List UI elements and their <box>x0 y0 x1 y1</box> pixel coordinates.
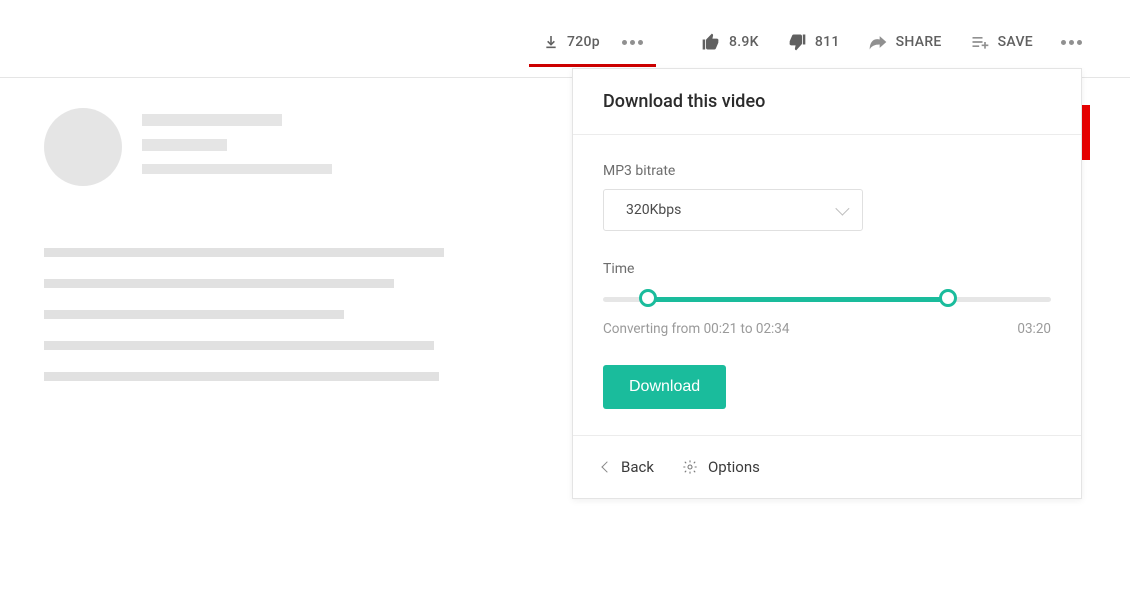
time-readout-row: Converting from 00:21 to 02:34 03:20 <box>603 321 1051 337</box>
ellipsis-icon <box>1061 40 1082 45</box>
options-button[interactable]: Options <box>682 458 760 476</box>
panel-title: Download this video <box>573 69 1081 135</box>
skeleton-bar <box>44 248 444 257</box>
bitrate-field-label: MP3 bitrate <box>603 163 1051 179</box>
convert-range-text: Converting from 00:21 to 02:34 <box>603 321 789 337</box>
thumbs-down-icon <box>787 32 807 52</box>
gear-icon <box>682 459 698 475</box>
dislike-button[interactable]: 811 <box>773 32 854 52</box>
skeleton-bar <box>44 341 434 350</box>
download-button[interactable]: Download <box>603 365 726 409</box>
slider-fill <box>648 297 948 302</box>
save-button[interactable]: SAVE <box>956 32 1047 52</box>
time-range-slider[interactable] <box>603 289 1051 309</box>
video-action-bar: 720p 8.9K 811 SHARE SAVE <box>0 32 1130 52</box>
download-panel: Download this video MP3 bitrate 320Kbps … <box>572 68 1082 499</box>
download-quality-button[interactable]: 720p <box>529 34 614 50</box>
time-block: Time Converting from 00:21 to 02:34 03:2… <box>603 261 1051 337</box>
bitrate-value: 320Kbps <box>626 202 681 218</box>
share-icon <box>868 32 888 52</box>
like-count: 8.9K <box>729 34 759 50</box>
download-quality-label: 720p <box>567 34 600 50</box>
skeleton-bar <box>44 310 344 319</box>
skeleton-bar <box>142 114 282 126</box>
avatar-skeleton <box>44 108 122 186</box>
back-label: Back <box>621 458 654 476</box>
total-duration: 03:20 <box>1017 321 1051 337</box>
chevron-left-icon <box>601 461 612 472</box>
download-icon <box>543 34 559 50</box>
description-skeleton <box>44 248 444 381</box>
title-skeleton-group <box>142 108 332 174</box>
share-label: SHARE <box>896 34 942 50</box>
dislike-count: 811 <box>815 34 840 50</box>
more-actions-button[interactable] <box>1047 40 1082 45</box>
ellipsis-icon <box>622 40 643 45</box>
like-button[interactable]: 8.9K <box>687 32 773 52</box>
thumbs-up-icon <box>701 32 721 52</box>
bitrate-select[interactable]: 320Kbps <box>603 189 863 231</box>
panel-body: MP3 bitrate 320Kbps Time Converting from… <box>573 135 1081 435</box>
share-button[interactable]: SHARE <box>854 32 956 52</box>
slider-handle-start[interactable] <box>639 289 657 307</box>
channel-info-skeleton <box>44 108 332 186</box>
skeleton-bar <box>44 372 439 381</box>
back-button[interactable]: Back <box>603 458 654 476</box>
panel-footer: Back Options <box>573 435 1081 498</box>
skeleton-bar <box>142 139 227 151</box>
save-label: SAVE <box>998 34 1033 50</box>
options-label: Options <box>708 458 760 476</box>
time-field-label: Time <box>603 261 1051 277</box>
chevron-down-icon <box>835 202 849 216</box>
skeleton-bar <box>44 279 394 288</box>
playlist-add-icon <box>970 32 990 52</box>
active-indicator <box>529 64 656 67</box>
more-download-button[interactable] <box>614 40 657 45</box>
skeleton-bar <box>142 164 332 174</box>
slider-handle-end[interactable] <box>939 289 957 307</box>
